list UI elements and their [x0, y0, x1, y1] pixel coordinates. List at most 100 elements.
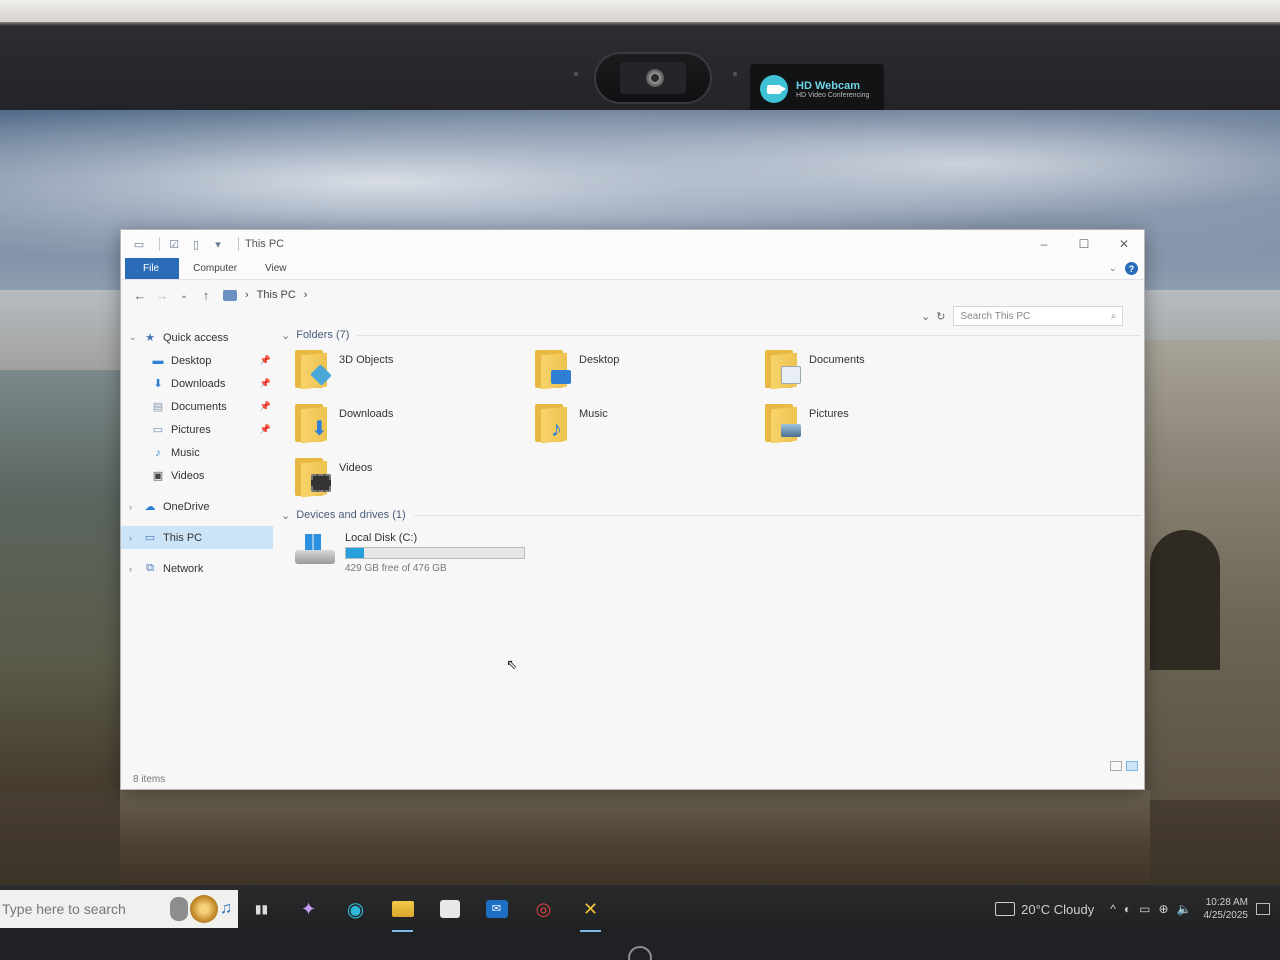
refresh-icon[interactable]: ↻ — [936, 310, 945, 323]
expand-chevron-icon[interactable]: › — [129, 533, 143, 543]
folder-label: Downloads — [339, 408, 394, 420]
microsoft-store-icon[interactable] — [436, 896, 463, 923]
folder-label: Videos — [339, 462, 373, 474]
breadcrumb-chevron-icon[interactable]: › — [304, 289, 308, 301]
divider — [159, 237, 160, 251]
webcam-cover — [594, 52, 712, 104]
maximize-button[interactable]: ☐ — [1064, 230, 1104, 258]
nav-item-videos[interactable]: ▣ Videos — [121, 464, 273, 487]
nav-item-documents[interactable]: ▤ Documents 📌 — [121, 395, 273, 418]
drive-free-space: 429 GB free of 476 GB — [345, 563, 447, 574]
edge-browser-icon[interactable]: ◉ — [342, 896, 369, 923]
videos-folder-icon — [295, 456, 331, 498]
downloads-folder-icon: ⬇ — [295, 402, 331, 444]
expand-chevron-icon[interactable]: › — [129, 564, 143, 574]
drive-local-disk-c[interactable]: Local Disk (C:) 429 GB free of 476 GB — [295, 532, 1141, 574]
task-view-icon[interactable]: ▮▮ — [248, 896, 275, 923]
content-pane: ⌄ Folders (7) 3D Objects Desktop Documen… — [281, 326, 1141, 770]
breadcrumb-chevron-icon[interactable]: › — [245, 289, 249, 301]
title-bar[interactable]: ▭ ☑ ▯ ▾ This PC – ☐ ✕ — [121, 230, 1144, 258]
new-folder-icon[interactable]: ▯ — [188, 237, 204, 251]
recent-locations-button[interactable]: ⌄ — [173, 290, 195, 301]
pin-icon: 📌 — [259, 401, 271, 411]
pictures-icon: ▭ — [152, 424, 164, 436]
nav-item-downloads[interactable]: ⬇ Downloads 📌 — [121, 372, 273, 395]
search-input[interactable]: Search This PC ⌕ — [953, 306, 1124, 326]
properties-icon[interactable]: ☑ — [166, 237, 182, 251]
desktop-icon: ▬ — [152, 354, 164, 367]
clock-time: 10:28 AM — [1205, 897, 1248, 908]
nav-quick-access[interactable]: ⌄ ★ Quick access — [121, 326, 273, 349]
microphone-icon — [170, 897, 188, 921]
collapse-chevron-icon[interactable]: ⌄ — [281, 329, 290, 342]
forward-button[interactable]: → — [151, 288, 173, 303]
outlook-icon[interactable]: ✉ — [483, 896, 510, 923]
navigation-pane: ⌄ ★ Quick access ▬ Desktop 📌 ⬇ Downloads… — [121, 326, 273, 770]
collapse-chevron-icon[interactable]: ⌄ — [129, 332, 143, 343]
search-icon[interactable]: ⌕ — [1111, 311, 1117, 322]
file-explorer-window[interactable]: ▭ ☑ ▯ ▾ This PC – ☐ ✕ File Computer View… — [120, 229, 1145, 790]
webcam-subtitle: HD Video Conferencing — [796, 91, 870, 99]
large-icons-view-icon[interactable] — [1126, 761, 1138, 771]
network-globe-icon[interactable]: ⊕ — [1158, 902, 1168, 916]
notification-center-icon[interactable] — [1256, 903, 1270, 915]
nav-item-label: Videos — [171, 469, 205, 482]
show-hidden-icons-chevron-icon[interactable]: ^ — [1110, 902, 1116, 916]
close-button[interactable]: ✕ — [1104, 230, 1144, 258]
minimize-button[interactable]: – — [1024, 230, 1064, 258]
system-tray: 20°C Cloudy ^ ◐ ▭ ⊕ 🔈 10:28 AM 4/25/2025 — [995, 896, 1270, 922]
folder-downloads[interactable]: ⬇ Downloads — [295, 402, 535, 450]
media-app-icon[interactable]: ◎ — [530, 896, 557, 923]
nav-item-label: Downloads — [171, 377, 226, 390]
battery-icon[interactable]: ▭ — [1139, 902, 1150, 916]
pinned-app-icon[interactable]: ✕ — [577, 896, 604, 932]
copilot-icon[interactable]: ✦ — [295, 896, 322, 923]
group-header-label: Devices and drives (1) — [296, 509, 406, 521]
tab-computer[interactable]: Computer — [179, 258, 251, 279]
nav-onedrive[interactable]: › ☁ OneDrive — [121, 495, 273, 518]
group-header-drives[interactable]: ⌄ Devices and drives (1) — [281, 506, 1141, 524]
nav-this-pc[interactable]: › ▭ This PC — [121, 526, 273, 549]
nav-item-music[interactable]: ♪ Music — [121, 441, 273, 464]
nav-item-pictures[interactable]: ▭ Pictures 📌 — [121, 418, 273, 441]
music-folder-icon: ♪ — [535, 402, 571, 444]
customize-quick-access-icon[interactable]: ▾ — [210, 237, 226, 251]
file-explorer-icon[interactable] — [389, 896, 416, 932]
nav-item-desktop[interactable]: ▬ Desktop 📌 — [121, 349, 273, 372]
webcam-logo-icon — [760, 75, 788, 103]
folder-desktop[interactable]: Desktop — [535, 348, 765, 396]
address-bar[interactable]: › This PC › — [223, 285, 307, 305]
tab-view[interactable]: View — [251, 258, 301, 279]
drive-usage-bar — [345, 547, 525, 559]
network-icon: ⧉ — [146, 562, 154, 574]
folder-pictures[interactable]: Pictures — [765, 402, 1005, 450]
details-view-icon[interactable] — [1110, 761, 1122, 771]
folder-3d-objects[interactable]: 3D Objects — [295, 348, 535, 396]
group-header-folders[interactable]: ⌄ Folders (7) — [281, 326, 1141, 344]
tab-file[interactable]: File — [125, 258, 180, 279]
nav-network[interactable]: › ⧉ Network — [121, 557, 273, 580]
expand-ribbon-icon[interactable]: ⌄ — [1109, 263, 1117, 274]
nav-quick-access-label: Quick access — [163, 331, 229, 344]
volume-icon[interactable]: 🔈 — [1177, 902, 1192, 916]
3d-objects-folder-icon — [295, 348, 332, 390]
meet-now-icon[interactable]: ◐ — [1124, 902, 1131, 916]
nav-onedrive-label: OneDrive — [163, 500, 210, 513]
back-button[interactable]: ← — [129, 288, 151, 303]
breadcrumb-this-pc[interactable]: This PC — [257, 289, 296, 301]
nav-item-label: Documents — [171, 400, 227, 413]
expand-chevron-icon[interactable]: › — [129, 502, 143, 512]
up-button[interactable]: ↑ — [195, 288, 217, 303]
folder-documents[interactable]: Documents — [765, 348, 1005, 396]
clock[interactable]: 10:28 AM 4/25/2025 — [1204, 896, 1249, 922]
folder-label: Documents — [809, 354, 865, 366]
folder-music[interactable]: ♪ Music — [535, 402, 765, 450]
folder-videos[interactable]: Videos — [295, 456, 535, 504]
taskbar-search-input[interactable]: Type here to search ♫ — [0, 890, 238, 928]
address-dropdown-icon[interactable]: ⌄ — [921, 310, 930, 323]
collapse-chevron-icon[interactable]: ⌄ — [281, 509, 290, 522]
weather-widget[interactable]: 20°C Cloudy — [995, 902, 1094, 917]
window-title: This PC — [245, 238, 285, 250]
this-pc-icon: ▭ — [144, 532, 156, 544]
help-icon[interactable]: ? — [1125, 262, 1138, 275]
